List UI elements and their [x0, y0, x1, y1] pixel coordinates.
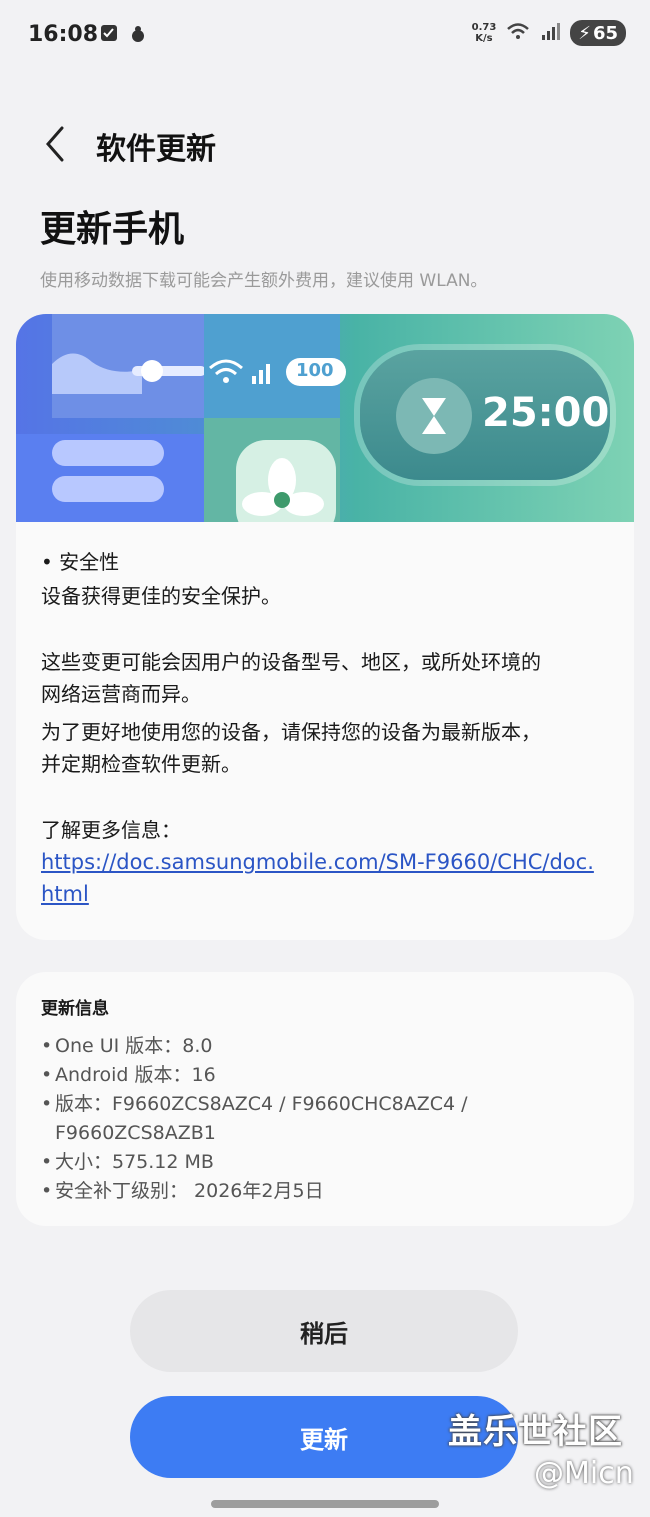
hourglass-icon: [396, 378, 472, 454]
battery-level: 65: [592, 22, 618, 44]
watermark-handle: @Micn: [534, 1456, 634, 1491]
wifi-icon: [506, 21, 530, 45]
fan-icon: [236, 440, 336, 522]
status-bar: 16:08 0.73 K/s ⚡ 65: [0, 0, 650, 70]
net-speed-value: 0.73: [471, 22, 497, 33]
back-button[interactable]: [38, 122, 78, 166]
status-right: 0.73 K/s ⚡ 65: [472, 20, 626, 46]
update-banner: 100 25:00: [16, 314, 634, 522]
notification-icon: [128, 24, 148, 48]
build-version: 版本：F9660ZCS8AZC4 / F9660CHC8AZC4 /: [41, 1090, 601, 1119]
update-info-title: 更新信息: [41, 999, 109, 1019]
para1-line2: 网络运营商而异。: [41, 682, 201, 706]
timer-text: 25:00: [482, 390, 610, 436]
page-title: 软件更新: [96, 132, 216, 167]
documentation-link[interactable]: https://doc.samsungmobile.com/SM-F9660/C…: [41, 846, 601, 910]
more-info-label: 了解更多信息：: [41, 818, 181, 842]
page-heading: 更新手机: [40, 209, 185, 250]
back-arrow-icon: [46, 126, 64, 162]
update-info-list: One UI 版本：8.0 Android 版本：16 版本：F9660ZCS8…: [41, 1032, 601, 1206]
build-version-cont: F9660ZCS8AZB1: [55, 1122, 216, 1144]
update-details-card: 100 25:00 • 安全性 设备获得更佳的安全保护。 这些变更可能会因用户的…: [16, 314, 634, 940]
status-time: 16:08: [28, 22, 99, 47]
para2-line1: 为了更好地使用您的设备，请保持您的设备为最新版本，: [41, 720, 541, 744]
navigation-handle[interactable]: [211, 1500, 439, 1508]
later-button[interactable]: 稍后: [130, 1290, 518, 1372]
security-patch-level: 安全补丁级别： 2026年2月5日: [41, 1177, 601, 1206]
bullet-heading: • 安全性: [41, 550, 120, 574]
para2-line2: 并定期检查软件更新。: [41, 752, 241, 776]
watermark-text: 盖乐世社区: [448, 1412, 623, 1452]
data-charge-note: 使用移动数据下载可能会产生额外费用，建议使用 WLAN。: [40, 271, 488, 291]
android-version: Android 版本：16: [41, 1061, 601, 1090]
one-ui-version: One UI 版本：8.0: [41, 1032, 601, 1061]
net-speed-unit: K/s: [475, 33, 493, 44]
battery-icon: ⚡: [578, 22, 591, 44]
banner-battery-chip: 100: [296, 360, 334, 381]
para1-line1: 这些变更可能会因用户的设备型号、地区，或所处环境的: [41, 650, 541, 674]
net-speed: 0.73 K/s: [472, 22, 497, 44]
update-info-card: 更新信息 One UI 版本：8.0 Android 版本：16 版本：F966…: [16, 972, 634, 1226]
slider-icon: [52, 353, 206, 394]
battery-indicator: ⚡ 65: [570, 20, 626, 46]
update-size: 大小：575.12 MB: [41, 1148, 601, 1177]
bullet-body: 设备获得更佳的安全保护。: [41, 584, 281, 608]
checkbox-icon: [100, 24, 118, 46]
signal-icon: [540, 21, 561, 45]
